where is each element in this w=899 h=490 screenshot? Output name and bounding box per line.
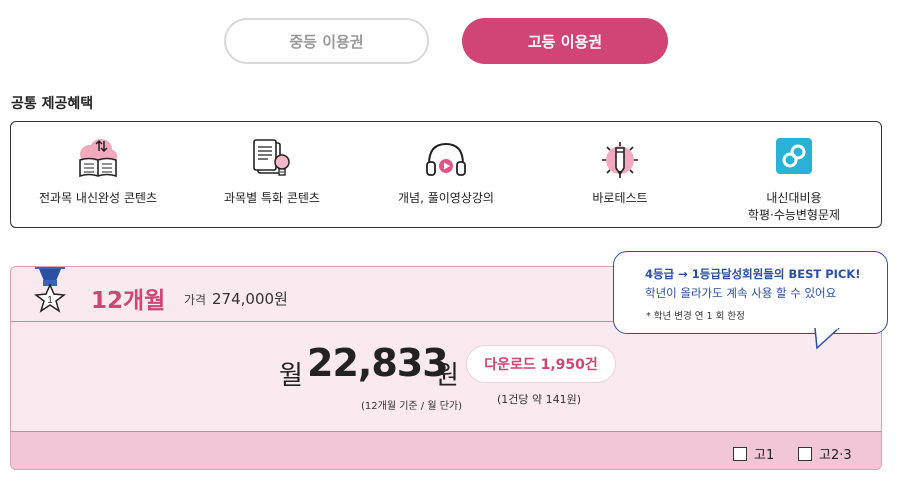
download-count-badge: 다운로드 1,950건 <box>466 345 616 383</box>
benefit-item: 전과목 내신완성 콘텐츠 <box>11 122 185 227</box>
benefit-item: 바로테스트 <box>533 122 707 227</box>
medal-number: 1 <box>47 295 53 306</box>
benefit-label: 과목별 특화 콘텐츠 <box>224 191 320 205</box>
download-note: (1건당 약 141원) <box>497 393 582 406</box>
bubble-tail <box>814 328 840 350</box>
medal-icon: 1 <box>25 267 75 317</box>
benefit-label: 전과목 내신완성 콘텐츠 <box>38 191 158 205</box>
pencil-target-icon <box>597 136 643 182</box>
benefit-label: 개념, 풀이영상강의 <box>398 191 494 205</box>
tab-middle-school-pass[interactable]: 중등 이용권 <box>224 18 429 64</box>
benefits-title: 공통 제공혜택 <box>11 96 94 112</box>
benefit-label: 내신대비용 학평·수능변형문제 <box>747 191 841 222</box>
monthly-note: (12개월 기준 / 월 단가) <box>361 401 463 412</box>
checkbox-box[interactable] <box>798 446 812 461</box>
plan-footer: 고1 고2·3 <box>11 431 881 469</box>
link-icon <box>771 136 817 182</box>
document-lightbulb-icon <box>249 136 295 182</box>
tab-high-school-pass[interactable]: 고등 이용권 <box>462 18 668 64</box>
benefits-panel: 전과목 내신완성 콘텐츠 과목별 특화 콘텐츠 개념, 풀이영상강의 바로테스트… <box>10 121 882 228</box>
monthly-suffix: 원 <box>435 361 459 391</box>
bubble-headline: 4등급 → 1등급달성회원들의 BEST PICK! <box>645 267 861 281</box>
benefit-label: 바로테스트 <box>592 191 648 205</box>
grade-2-3-checkbox[interactable]: 고2·3 <box>798 444 852 463</box>
cloud-book-icon <box>75 136 121 182</box>
best-pick-bubble: 4등급 → 1등급달성회원들의 BEST PICK! 학년이 올라가도 계속 사… <box>613 251 888 334</box>
checkbox-box[interactable] <box>733 446 747 461</box>
plan-price: 274,000원 <box>212 290 288 308</box>
monthly-prefix: 월 <box>279 361 303 391</box>
grade-1-checkbox[interactable]: 고1 <box>733 444 774 463</box>
grade-1-label: 고1 <box>754 448 775 463</box>
grade-2-3-label: 고2·3 <box>819 448 852 463</box>
monthly-amount: 22,833 <box>307 341 449 385</box>
benefit-item: 과목별 특화 콘텐츠 <box>185 122 359 227</box>
plan-price-label: 가격 <box>184 293 207 307</box>
headphones-play-icon <box>423 136 469 182</box>
bubble-text: 학년이 올라가도 계속 사용 할 수 있어요 <box>645 286 837 300</box>
benefit-item: 개념, 풀이영상강의 <box>359 122 533 227</box>
benefit-item: 내신대비용 학평·수능변형문제 <box>707 122 881 227</box>
bubble-note: * 학년 변경 연 1 회 한정 <box>646 311 745 322</box>
plan-period: 12개월 <box>91 288 166 314</box>
